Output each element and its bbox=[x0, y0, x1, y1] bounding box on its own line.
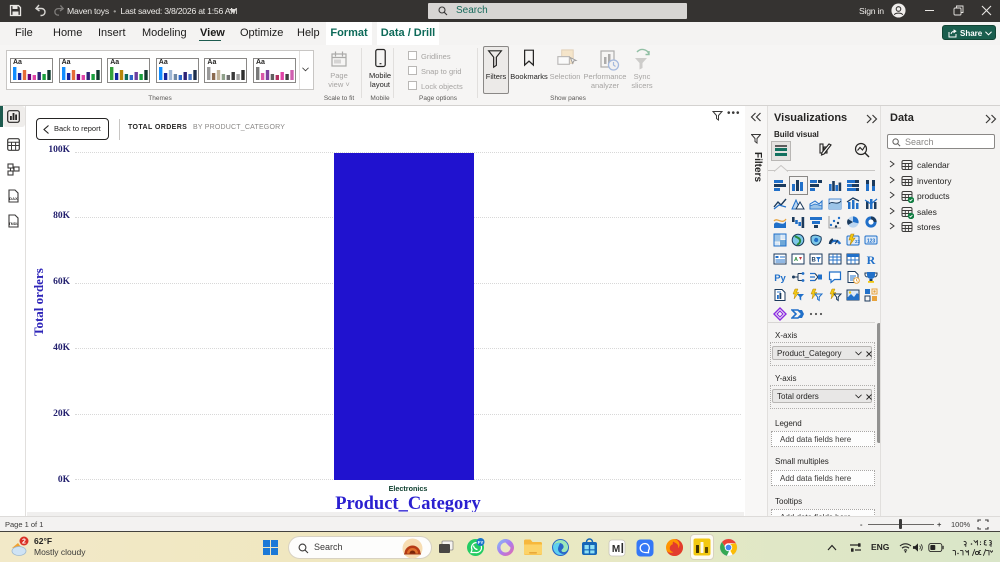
svg-text:M: M bbox=[612, 544, 620, 555]
svg-text:DAX: DAX bbox=[9, 196, 18, 201]
svg-text:R: R bbox=[867, 253, 876, 266]
svg-text:23: 23 bbox=[855, 239, 860, 244]
svg-text:B: B bbox=[812, 257, 817, 263]
svg-text:TMDL: TMDL bbox=[9, 222, 20, 226]
svg-text:Py: Py bbox=[774, 273, 786, 284]
svg-text:A: A bbox=[794, 257, 798, 263]
svg-text:123: 123 bbox=[867, 239, 876, 245]
svg-text:FY: FY bbox=[478, 540, 484, 545]
svg-text:2: 2 bbox=[22, 539, 26, 546]
